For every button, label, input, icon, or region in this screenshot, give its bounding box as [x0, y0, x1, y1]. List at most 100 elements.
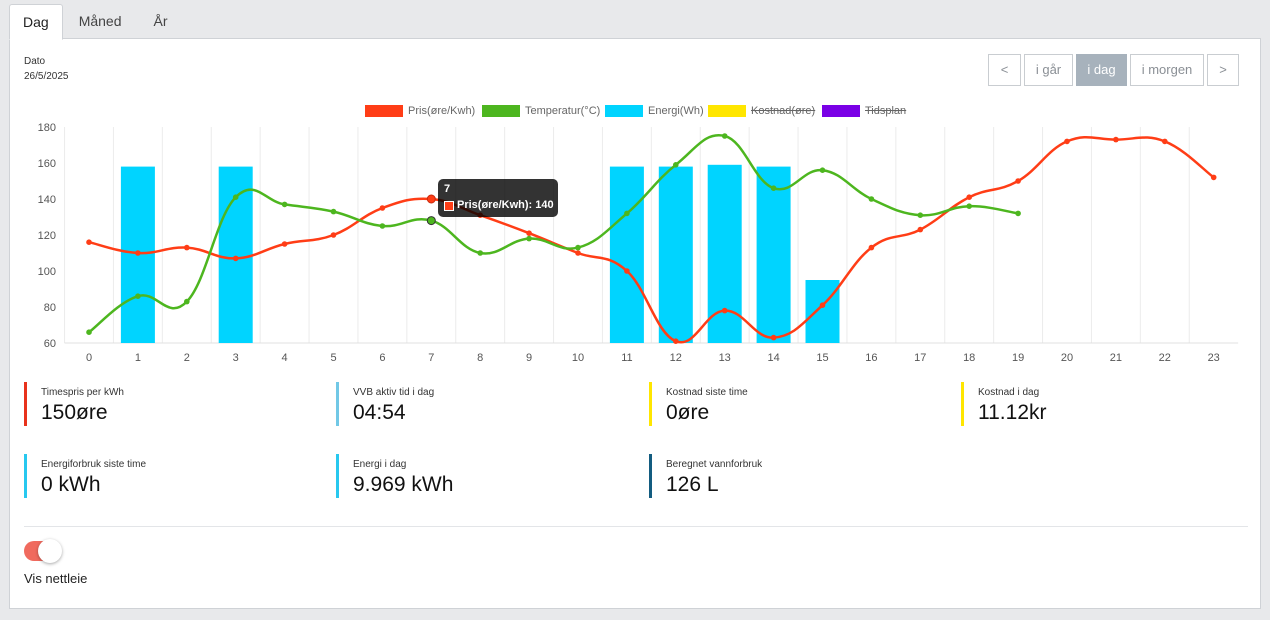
tooltip-body: Pris(øre/Kwh): 140 [457, 199, 554, 211]
temperature-point [770, 185, 777, 191]
price-point [868, 244, 875, 251]
price-point [966, 194, 972, 200]
temperature-point [868, 196, 875, 202]
stat-timespris: Timespris per kWh 150øre [24, 382, 124, 426]
stat-value: 9.969 kWh [353, 473, 454, 496]
stat-value: 04:54 [353, 401, 406, 424]
price-point [624, 268, 630, 274]
y-tick-label: 100 [38, 266, 56, 278]
temperature-point [575, 244, 581, 251]
tooltip-swatch [444, 201, 454, 211]
x-tick-label: 10 [572, 352, 584, 364]
stat-energiforbruk-siste-time: Energiforbruk siste time 0 kWh [24, 454, 146, 498]
chart-tooltip: 7 Pris(øre/Kwh): 140 [438, 179, 558, 217]
price-point [379, 205, 386, 211]
price-point [819, 302, 826, 309]
x-tick-label: 21 [1110, 352, 1122, 364]
stat-label: Kostnad i dag [978, 387, 1040, 398]
temperature-point [330, 208, 337, 215]
price-point [526, 230, 532, 236]
temperature-point [917, 212, 924, 218]
y-tick-label: 180 [38, 122, 56, 134]
x-tick-label: 19 [1012, 352, 1024, 364]
nettleie-toggle[interactable] [24, 539, 62, 563]
stat-kostnad-i-dag: Kostnad i dag 11.12kr [961, 382, 1047, 426]
temperature-point [477, 250, 484, 256]
day-panel: Dato 26/5/2025 < i går i dag i morgen > … [9, 38, 1261, 609]
stat-value: 126 L [666, 473, 719, 496]
x-tick-label: 18 [963, 352, 975, 364]
temperature-point [281, 201, 288, 208]
tooltip-title: 7 [444, 183, 451, 195]
temperature-point [526, 235, 532, 242]
stat-vvb-aktiv-tid: VVB aktiv tid i dag 04:54 [336, 382, 434, 426]
temperature-point [966, 203, 972, 209]
price-point [1113, 136, 1119, 143]
tab-maned[interactable]: Måned [63, 4, 138, 38]
x-tick-label: 3 [233, 352, 239, 364]
y-tick-label: 80 [44, 302, 56, 314]
price-point [673, 338, 679, 345]
x-tick-label: 5 [330, 352, 336, 364]
x-tick-label: 1 [135, 352, 141, 364]
temperature-point [819, 167, 826, 173]
price-point [1162, 138, 1168, 145]
price-point [721, 307, 728, 314]
energy-bar [609, 166, 644, 343]
price-point [1015, 178, 1021, 184]
y-tick-label: 160 [38, 158, 56, 170]
day-chart[interactable]: 60801001201401601800 1 2 3 4 5 6 7 8 9 10 11 12 13 14 1… [10, 39, 1260, 379]
x-tick-label: 12 [670, 352, 682, 364]
toggle-knob [38, 539, 62, 563]
tab-ar[interactable]: År [138, 4, 184, 38]
x-tick-label: 22 [1159, 352, 1171, 364]
x-tick-label: 4 [282, 352, 288, 364]
y-tick-label: 60 [44, 338, 56, 350]
x-tick-label: 13 [719, 352, 731, 364]
price-point [232, 255, 239, 262]
stat-energi-i-dag: Energi i dag 9.969 kWh [336, 454, 453, 498]
price-point [135, 250, 141, 256]
energy-bar [805, 280, 840, 343]
x-tick-label: 7 [428, 352, 434, 364]
price-point [917, 226, 924, 233]
stat-label: Energi i dag [353, 459, 407, 470]
stat-label: Timespris per kWh [41, 387, 124, 398]
temperature-point [135, 293, 141, 299]
nettleie-toggle-label: Vis nettleie [24, 571, 88, 586]
x-tick-label: 15 [816, 352, 828, 364]
price-point-highlight [426, 194, 436, 204]
price-point [575, 250, 581, 256]
x-tick-label: 23 [1208, 352, 1220, 364]
section-divider [24, 526, 1248, 527]
temperature-point [232, 194, 239, 200]
x-tick-label: 9 [526, 352, 532, 364]
price-point [184, 244, 190, 251]
stat-beregnet-vannforbruk: Beregnet vannforbruk 126 L [649, 454, 762, 498]
y-tick-label: 120 [38, 230, 56, 242]
x-tick-label: 14 [767, 352, 779, 364]
y-tick-label: 140 [38, 194, 56, 206]
energy-bar [218, 166, 253, 343]
stat-label: Beregnet vannforbruk [666, 459, 763, 470]
temperature-point [721, 133, 728, 139]
stat-value: 150øre [41, 401, 108, 424]
price-point [86, 239, 92, 245]
price-point [330, 232, 337, 238]
x-tick-label: 16 [865, 352, 877, 364]
tab-bar: Dag Måned År [9, 4, 184, 40]
temperature-point [624, 210, 630, 217]
x-tick-label: 6 [379, 352, 385, 364]
price-point [281, 241, 288, 247]
energy-bar [756, 166, 791, 343]
temperature-point [184, 298, 190, 305]
stat-value: 0 kWh [41, 473, 101, 496]
temperature-point [379, 223, 386, 229]
x-tick-label: 8 [477, 352, 483, 364]
price-point [1064, 138, 1070, 145]
stat-value: 0øre [666, 401, 710, 424]
tab-dag[interactable]: Dag [9, 4, 63, 40]
temperature-point [673, 162, 679, 168]
stat-value: 11.12kr [978, 401, 1047, 424]
temperature-point-highlight [426, 216, 436, 226]
